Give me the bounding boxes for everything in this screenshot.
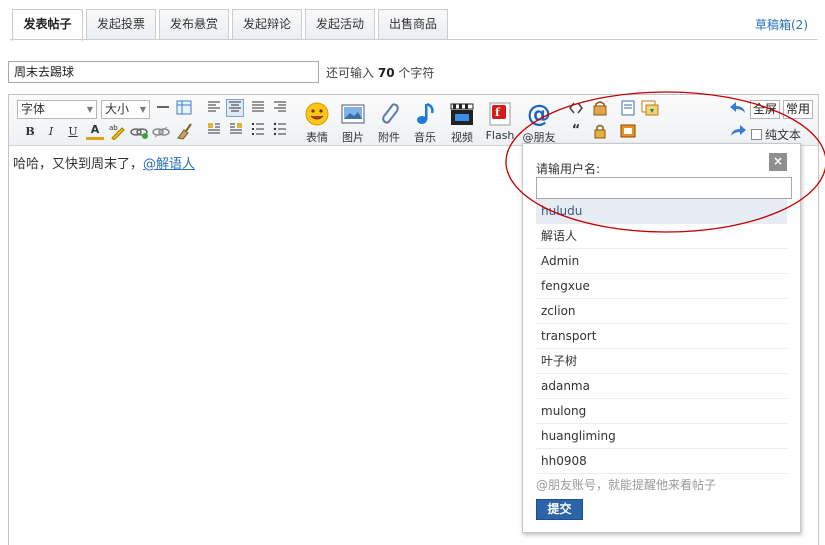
user-suggestion-item[interactable]: Admin xyxy=(536,249,787,274)
svg-text:@: @ xyxy=(527,101,551,127)
mention-popup-title: 请输用户名: xyxy=(536,162,601,176)
music-button[interactable]: 音乐 xyxy=(407,101,443,145)
editor-text: 哈哈，又快到周末了， xyxy=(13,157,144,172)
align-justify-icon[interactable] xyxy=(249,100,267,118)
font-select[interactable]: 字体 ▼ xyxy=(17,100,97,119)
editor-toolbar: 字体 ▼ 大小 ▼ B I U A ab 表情 图片 附件 音乐 视频 f Fl… xyxy=(9,95,818,146)
size-select-label: 大小 xyxy=(105,102,130,116)
subject-input[interactable]: 周末去踢球 xyxy=(8,61,319,83)
plain-text-toggle[interactable]: 纯文本 xyxy=(751,126,801,143)
user-suggestion-item[interactable]: huangliming xyxy=(536,424,787,449)
quote-icon[interactable]: “ xyxy=(567,122,585,140)
tab-sell-goods[interactable]: 出售商品 xyxy=(378,9,448,40)
plain-text-checkbox[interactable] xyxy=(751,129,762,140)
username-input[interactable] xyxy=(536,177,792,199)
at-sign-icon: @ xyxy=(527,101,551,127)
free-content-icon[interactable] xyxy=(619,122,637,140)
tabs-divider xyxy=(10,39,818,40)
post-type-tabs: 发表帖子 发起投票 发布悬赏 发起辩论 发起活动 出售商品 草稿箱(2) xyxy=(0,0,825,41)
image-label: 图片 xyxy=(342,131,364,144)
music-note-icon xyxy=(417,102,434,124)
submit-button[interactable]: 提交 xyxy=(536,499,583,520)
tab-post-reward[interactable]: 发布悬赏 xyxy=(159,9,229,40)
bold-button[interactable]: B xyxy=(21,123,39,141)
chevron-down-icon: ▼ xyxy=(139,105,146,114)
user-suggestion-item[interactable]: 解语人 xyxy=(536,224,787,249)
hide-content-icon[interactable] xyxy=(591,99,609,117)
tab-post-thread[interactable]: 发表帖子 xyxy=(12,9,83,41)
flash-button[interactable]: f Flash xyxy=(482,101,518,142)
ordered-list-icon[interactable] xyxy=(249,122,267,140)
unordered-list-icon[interactable] xyxy=(271,122,289,140)
attachment-label: 附件 xyxy=(378,131,400,144)
emoticon-label: 表情 xyxy=(306,131,328,144)
link-icon[interactable] xyxy=(130,122,148,140)
clear-format-icon[interactable] xyxy=(175,122,193,140)
password-icon[interactable] xyxy=(591,122,609,140)
video-label: 视频 xyxy=(451,131,473,144)
remaining-count: 70 xyxy=(377,66,395,80)
user-suggestion-item[interactable]: 叶子树 xyxy=(536,349,787,374)
remaining-chars: 还可输入 70 个字符 xyxy=(326,64,434,81)
font-color-button[interactable]: A xyxy=(86,122,104,140)
flash-label: Flash xyxy=(485,129,515,142)
smiley-icon xyxy=(305,102,329,126)
remaining-prefix: 还可输入 xyxy=(326,66,375,80)
svg-text:ab: ab xyxy=(109,124,118,132)
user-suggestion-item[interactable]: transport xyxy=(536,324,787,349)
flash-icon: f xyxy=(489,102,511,126)
editor-content[interactable]: 哈哈，又快到周末了，@解语人 xyxy=(13,153,195,172)
user-suggestion-list: huludu 解语人 Admin fengxue zclion transpor… xyxy=(536,199,787,474)
tab-start-debate[interactable]: 发起辩论 xyxy=(232,9,302,40)
user-suggestion-item[interactable]: adanma xyxy=(536,374,787,399)
unlink-icon[interactable] xyxy=(152,122,170,140)
mention-hint: @朋友账号，就能提醒他来看帖子 xyxy=(536,478,717,492)
user-suggestion-item[interactable]: huludu xyxy=(536,199,787,224)
image-button[interactable]: 图片 xyxy=(335,101,371,145)
plain-text-label: 纯文本 xyxy=(765,128,802,142)
mention-popup: 请输用户名: × huludu 解语人 Admin fengxue zclion… xyxy=(522,143,801,533)
emoticon-button[interactable]: 表情 xyxy=(299,101,335,145)
code-icon[interactable] xyxy=(567,100,585,118)
mention-friend-button[interactable]: @ @朋友 xyxy=(521,101,557,145)
italic-button[interactable]: I xyxy=(42,123,60,141)
music-label: 音乐 xyxy=(414,131,436,144)
chevron-down-icon: ▼ xyxy=(86,105,93,114)
user-suggestion-item[interactable]: hh0908 xyxy=(536,449,787,474)
clapperboard-icon xyxy=(450,103,474,125)
size-select[interactable]: 大小 ▼ xyxy=(101,100,150,119)
mention-link[interactable]: @解语人 xyxy=(143,157,195,172)
remaining-suffix: 个字符 xyxy=(398,66,435,80)
align-left-icon[interactable] xyxy=(205,100,223,118)
video-button[interactable]: 视频 xyxy=(444,101,480,145)
user-suggestion-item[interactable]: fengxue xyxy=(536,274,787,299)
float-left-icon[interactable] xyxy=(205,122,223,140)
underline-button[interactable]: U xyxy=(64,123,82,141)
horizontal-rule-icon[interactable] xyxy=(154,100,172,118)
image-icon xyxy=(341,104,365,124)
insert-template-icon[interactable] xyxy=(641,99,659,117)
table-icon[interactable] xyxy=(175,100,193,118)
user-suggestion-item[interactable]: zclion xyxy=(536,299,787,324)
highlight-icon[interactable]: ab xyxy=(108,122,126,141)
user-suggestion-item[interactable]: mulong xyxy=(536,399,787,424)
undo-icon[interactable] xyxy=(729,100,747,118)
attachment-button[interactable]: 附件 xyxy=(371,101,407,145)
font-select-label: 字体 xyxy=(21,102,46,116)
page-break-icon[interactable] xyxy=(619,99,637,117)
tab-start-poll[interactable]: 发起投票 xyxy=(86,9,156,40)
align-center-icon[interactable] xyxy=(226,99,244,117)
common-button[interactable]: 常用 xyxy=(783,100,814,119)
fullscreen-button[interactable]: 全屏 xyxy=(750,100,781,119)
drafts-link[interactable]: 草稿箱(2) xyxy=(755,16,808,33)
float-right-icon[interactable] xyxy=(227,122,245,140)
tab-start-activity[interactable]: 发起活动 xyxy=(305,9,375,40)
align-right-icon[interactable] xyxy=(271,100,289,118)
paperclip-icon xyxy=(382,103,399,124)
close-icon[interactable]: × xyxy=(769,153,787,171)
redo-icon[interactable] xyxy=(729,123,747,141)
